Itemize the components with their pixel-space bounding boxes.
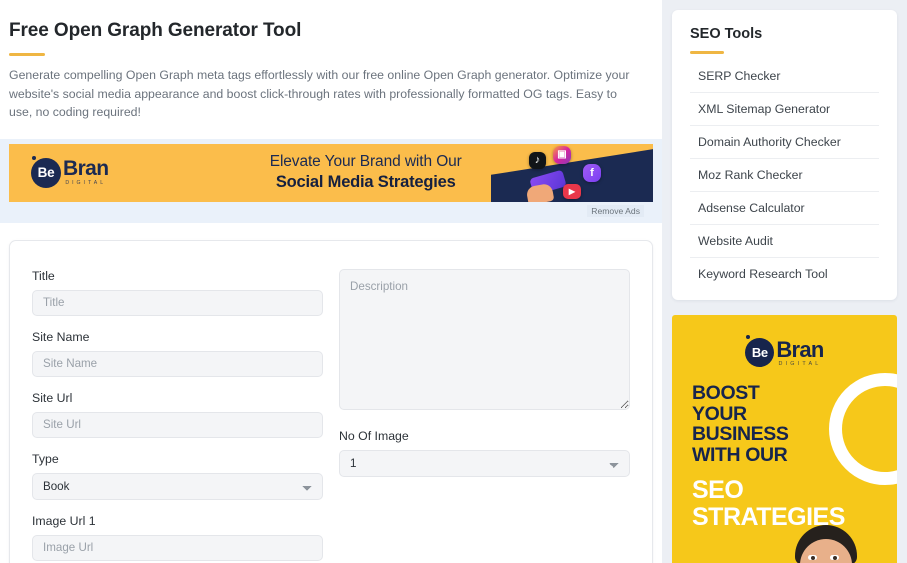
field-site-url: Site Url <box>32 391 323 438</box>
field-type: Type Book <box>32 452 323 500</box>
field-title: Title <box>32 269 323 316</box>
field-no-of-image: No Of Image 1 <box>339 429 630 477</box>
label-site-url: Site Url <box>32 390 73 405</box>
banner-headline-1: Elevate Your Brand with Our <box>269 153 462 170</box>
page-description: Generate compelling Open Graph meta tags… <box>9 68 630 119</box>
sidebar-ad-headline: BOOST YOUR BUSINESS WITH OUR <box>672 367 897 465</box>
site-name-input[interactable] <box>32 350 323 377</box>
sidebar-ad-logo-dot <box>746 335 751 339</box>
form-column-right: No Of Image 1 <box>339 268 630 560</box>
banner-logo-dot <box>32 155 36 160</box>
title-input[interactable] <box>32 289 323 316</box>
sidebar-item-domain-authority-checker[interactable]: Domain Authority Checker <box>690 126 879 159</box>
sidebar-ad-logo: Be Bran DIGITAL <box>672 315 897 367</box>
arrow-graphic <box>672 535 744 563</box>
form-column-left: Title Site Name Site Url Type Book <box>32 269 323 561</box>
sidebar-item-keyword-research-tool[interactable]: Keyword Research Tool <box>690 258 879 290</box>
sidebar-accent-rule <box>690 51 724 54</box>
sidebar-item-adsense-calculator[interactable]: Adsense Calculator <box>690 192 879 225</box>
person-photo <box>789 525 863 563</box>
banner-ad-container: Be Bran DIGITAL Elevate Your Brand with … <box>0 138 662 223</box>
no-of-image-select[interactable]: 1 <box>339 449 630 477</box>
label-type: Type <box>32 451 59 466</box>
sidebar-title: SEO Tools <box>690 26 763 42</box>
sidebar-item-serp-checker[interactable]: SERP Checker <box>690 60 879 93</box>
banner-ad[interactable]: Be Bran DIGITAL Elevate Your Brand with … <box>9 143 653 202</box>
sidebar-ad-headline-1: BOOST <box>692 382 760 404</box>
description-textarea[interactable] <box>339 268 630 410</box>
banner-ad-text: Elevate Your Brand with Our Social Media… <box>78 153 653 192</box>
sidebar-ad-headline-4: WITH OUR <box>692 443 788 466</box>
person-eye-right <box>830 555 839 560</box>
main-content-column: Free Open Graph Generator Tool Generate … <box>0 0 662 563</box>
sidebar-ad-emphasis: SEO STRATEGIES <box>672 465 897 531</box>
sidebar-ad-logo-word: Bran <box>776 336 824 362</box>
label-title: Title <box>32 268 55 283</box>
image-url-1-input[interactable] <box>32 534 323 561</box>
person-eye-left <box>808 555 817 560</box>
sidebar-ad-headline-2: YOUR <box>692 402 747 425</box>
site-url-input[interactable] <box>32 411 323 438</box>
person-pupil-left <box>811 556 815 560</box>
person-pupil-right <box>833 556 837 560</box>
page-title: Free Open Graph Generator Tool <box>9 20 302 41</box>
page-root: Free Open Graph Generator Tool Generate … <box>0 0 907 563</box>
remove-ads-link[interactable]: Remove Ads <box>587 204 644 217</box>
remove-ads-row: Remove Ads <box>9 201 653 223</box>
field-description <box>339 268 630 415</box>
sidebar-ad-logo-sub: DIGITAL <box>778 360 822 367</box>
field-site-name: Site Name <box>32 330 323 377</box>
sidebar-item-website-audit[interactable]: Website Audit <box>690 225 879 258</box>
sidebar-ad-headline-3: BUSINESS <box>692 423 789 445</box>
sidebar-ad[interactable]: Be Bran DIGITAL BOOST YOUR BUSINESS WITH… <box>672 315 897 563</box>
og-generator-form: Title Site Name Site Url Type Book <box>9 239 653 563</box>
banner-logo-mark: Be <box>31 155 61 188</box>
sidebar-item-moz-rank-checker[interactable]: Moz Rank Checker <box>690 159 879 192</box>
type-select[interactable]: Book <box>32 472 323 500</box>
field-image-url-1: Image Url 1 <box>32 514 323 561</box>
seo-tools-card: SEO Tools SERP Checker XML Sitemap Gener… <box>672 10 897 300</box>
banner-headline-2: Social Media Strategies <box>275 173 456 191</box>
arrow-curve <box>672 535 743 563</box>
sidebar-ad-wordmark: Bran DIGITAL <box>776 336 824 367</box>
label-no-of-image: No Of Image <box>339 428 409 443</box>
sidebar-ad-emphasis-1: SEO <box>692 476 744 504</box>
label-image-url-1: Image Url 1 <box>32 513 96 528</box>
sidebar-item-xml-sitemap-generator[interactable]: XML Sitemap Generator <box>690 93 879 126</box>
label-site-name: Site Name <box>32 329 90 344</box>
sidebar-ad-logo-mark: Be <box>745 335 775 367</box>
sidebar-column: SEO Tools SERP Checker XML Sitemap Gener… <box>662 0 907 563</box>
